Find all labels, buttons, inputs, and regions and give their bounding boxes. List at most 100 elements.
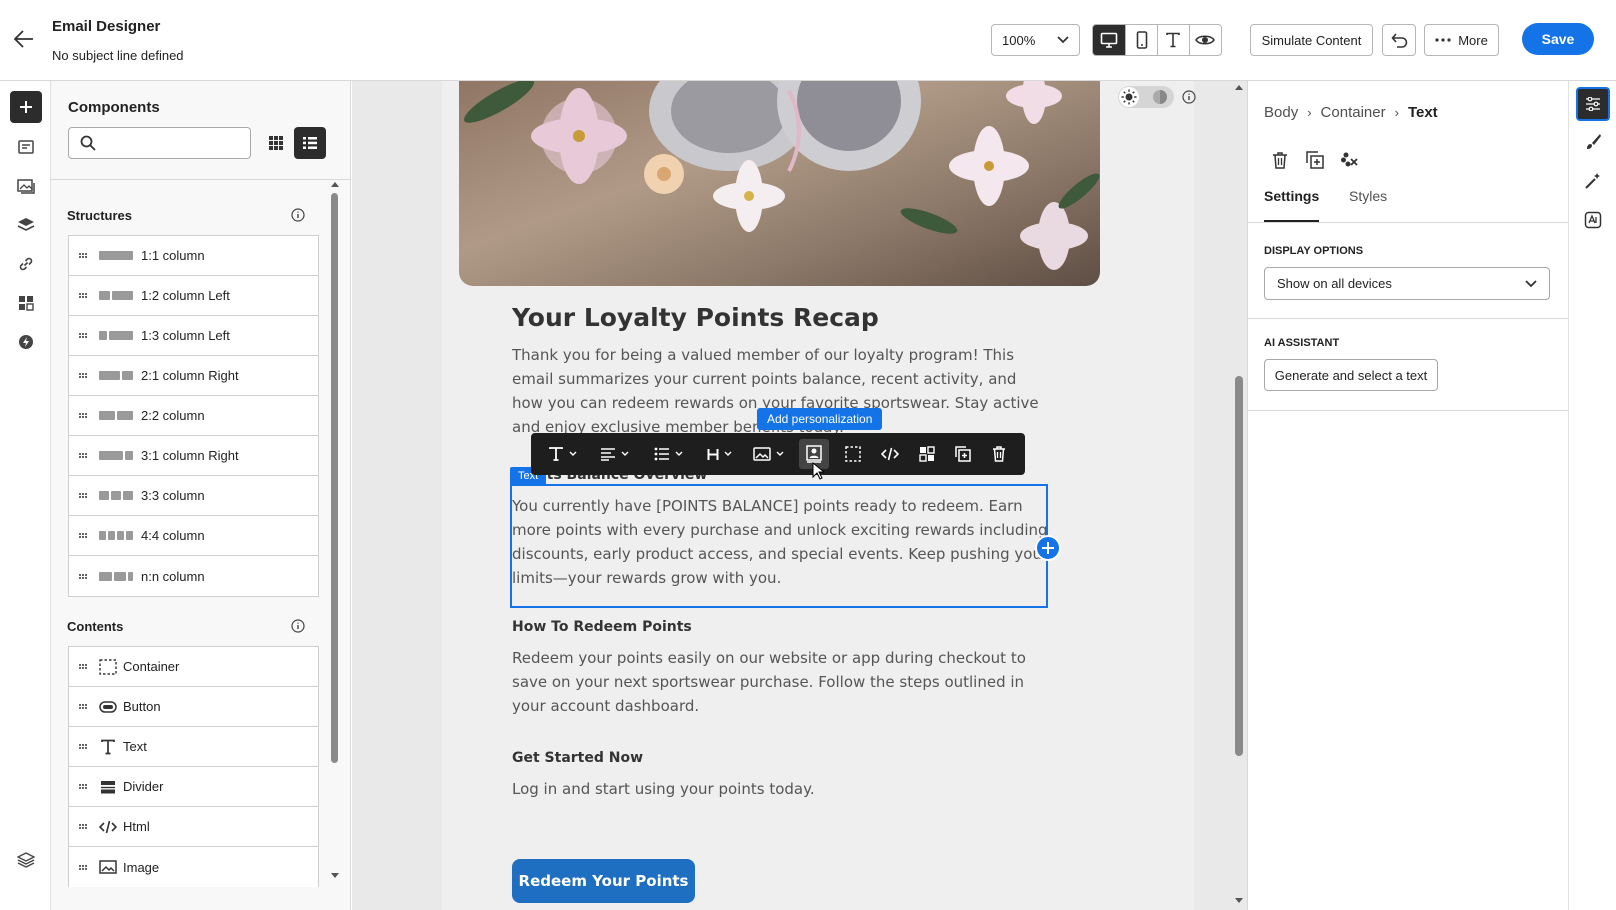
display-options-select[interactable]: Show on all devices [1264, 267, 1550, 300]
section1-text[interactable]: You currently have [POINTS BALANCE] poin… [512, 494, 1052, 590]
back-button[interactable] [12, 28, 36, 50]
drag-handle-icon[interactable] [79, 373, 87, 378]
undo-button[interactable] [1382, 24, 1416, 56]
drag-handle-icon[interactable] [79, 573, 87, 579]
list-view-toggle[interactable] [294, 127, 326, 159]
content-item-html[interactable]: Html [69, 807, 318, 847]
grid-view-toggle[interactable] [260, 127, 292, 159]
content-item-button[interactable]: Button [69, 687, 318, 727]
drag-handle-icon[interactable] [79, 704, 87, 709]
text-view-button[interactable] [1157, 25, 1189, 55]
structure-item[interactable]: 1:2 column Left [69, 276, 318, 316]
theme-info-icon[interactable] [1182, 90, 1196, 104]
structure-item[interactable]: 3:3 column [69, 476, 318, 516]
select-container-button[interactable] [837, 433, 869, 475]
structure-item[interactable]: 1:1 column [69, 236, 318, 276]
save-fragment-button[interactable] [911, 433, 943, 475]
duplicate-button[interactable] [947, 433, 979, 475]
generate-text-button[interactable]: Generate and select a text [1264, 359, 1438, 391]
personalization-icon [806, 445, 822, 463]
section2-text[interactable]: Redeem your points easily on our website… [512, 646, 1052, 718]
mobile-view-button[interactable] [1125, 25, 1157, 55]
save-button[interactable]: Save [1522, 23, 1594, 55]
structure-item[interactable]: 4:4 column [69, 516, 318, 556]
add-components-button[interactable] [10, 91, 42, 123]
tab-settings[interactable]: Settings [1264, 188, 1320, 222]
section3-title[interactable]: Get Started Now [512, 750, 1032, 766]
more-button[interactable]: More [1424, 24, 1499, 56]
breadcrumb-container[interactable]: Container [1321, 104, 1386, 121]
contents-info-icon[interactable] [291, 619, 305, 633]
email-heading[interactable]: Your Loyalty Points Recap [512, 303, 1072, 332]
drag-handle-icon[interactable] [79, 784, 87, 789]
section-divider [1248, 318, 1569, 319]
drag-handle-icon[interactable] [79, 864, 87, 870]
source-code-button[interactable] [873, 433, 907, 475]
layers-button[interactable] [10, 209, 42, 241]
structure-item[interactable]: 2:2 column [69, 396, 318, 436]
text-style-dropdown[interactable] [539, 433, 585, 475]
actions-button[interactable] [10, 326, 42, 358]
ai-magic-button[interactable] [1584, 172, 1602, 190]
canvas-scrollbar[interactable] [1232, 81, 1246, 910]
delete-button[interactable] [983, 433, 1015, 475]
structures-info-icon[interactable] [291, 208, 305, 222]
drag-handle-icon[interactable] [79, 493, 87, 498]
layers-icon [17, 218, 35, 231]
structure-item[interactable]: 3:1 column Right [69, 436, 318, 476]
drag-handle-icon[interactable] [79, 824, 87, 829]
drag-handle-icon[interactable] [79, 253, 87, 258]
content-item-divider[interactable]: Divider [69, 767, 318, 807]
assets-icon [17, 179, 35, 194]
structure-item[interactable]: 2:1 column Right [69, 356, 318, 396]
drag-handle-icon[interactable] [79, 453, 87, 458]
blocks-button[interactable] [10, 287, 42, 319]
structure-item[interactable]: 1:3 column Left [69, 316, 318, 356]
scrollbar-thumb[interactable] [1235, 376, 1243, 756]
light-mode-option[interactable] [1119, 87, 1139, 107]
trash-icon [993, 446, 1005, 462]
sun-icon [1121, 89, 1137, 105]
content-item-text[interactable]: Text [69, 727, 318, 767]
style-brush-button[interactable] [1584, 133, 1602, 151]
duplicate-element-button[interactable] [1306, 151, 1326, 171]
align-dropdown[interactable] [591, 433, 637, 475]
links-button[interactable] [10, 248, 42, 280]
content-item-image[interactable]: Image [69, 847, 318, 887]
add-block-button[interactable] [1035, 535, 1061, 561]
hero-image[interactable] [459, 81, 1100, 286]
list-dropdown[interactable] [645, 433, 691, 475]
search-input[interactable] [103, 132, 243, 154]
content-item-container[interactable]: Container [69, 647, 318, 687]
drag-handle-icon[interactable] [79, 413, 87, 418]
remove-styles-button[interactable] [1340, 151, 1360, 171]
help-layers-button[interactable] [10, 844, 42, 876]
section2-title[interactable]: How To Redeem Points [512, 619, 1032, 635]
components-scrollbar[interactable] [329, 179, 341, 910]
accessibility-button[interactable] [1584, 211, 1602, 229]
settings-panel-button[interactable] [1576, 87, 1610, 121]
drag-handle-icon[interactable] [79, 293, 87, 298]
simulate-content-button[interactable]: Simulate Content [1250, 24, 1373, 56]
components-search[interactable] [68, 127, 251, 159]
drag-handle-icon[interactable] [79, 333, 87, 338]
preview-button[interactable] [1188, 25, 1221, 55]
drag-handle-icon[interactable] [79, 664, 87, 669]
section3-text[interactable]: Log in and start using your points today… [512, 777, 1052, 801]
drag-handle-icon[interactable] [79, 744, 87, 749]
zoom-select[interactable]: 100% [991, 24, 1080, 56]
drag-handle-icon[interactable] [79, 533, 87, 538]
assets-button[interactable] [10, 170, 42, 202]
structure-item[interactable]: n:n column [69, 556, 318, 596]
desktop-view-button[interactable] [1093, 25, 1126, 55]
insert-image-dropdown[interactable] [745, 433, 791, 475]
scrollbar-thumb[interactable] [331, 193, 338, 763]
delete-element-button[interactable] [1272, 151, 1292, 171]
tab-styles[interactable]: Styles [1349, 188, 1387, 222]
breadcrumb-body[interactable]: Body [1264, 104, 1298, 121]
fragments-button[interactable] [10, 131, 42, 163]
heading-dropdown[interactable] [699, 433, 739, 475]
dark-mode-option[interactable] [1152, 89, 1168, 105]
redeem-points-button[interactable]: Redeem Your Points [512, 859, 695, 903]
theme-toggle[interactable] [1118, 86, 1174, 108]
